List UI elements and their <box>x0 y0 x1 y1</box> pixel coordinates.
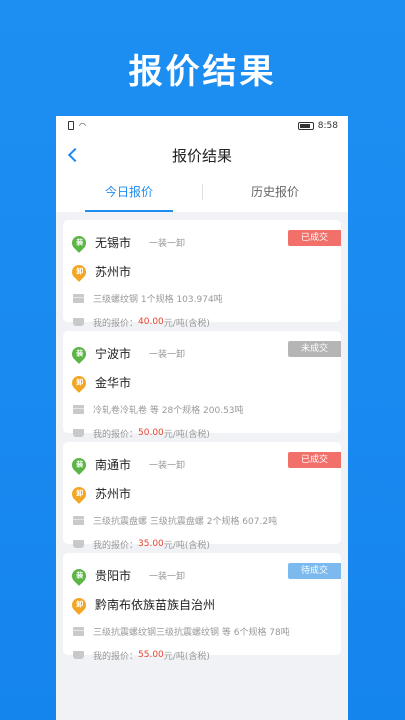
page-title: 报价结果 <box>171 146 232 165</box>
price-value: 55.00 <box>138 650 164 660</box>
unload-pin-icon: 卸 <box>69 261 89 282</box>
goods-box-icon <box>73 626 84 636</box>
unload-pin-icon: 卸 <box>69 594 89 615</box>
status-badge: 未成交 <box>288 341 341 357</box>
price-value: 40.00 <box>138 317 164 327</box>
quote-card[interactable]: 待成交 装 贵阳市 一装一卸 卸 黔南布依族苗族自治州 三级抗震螺纹钢三级抗震螺… <box>63 553 341 662</box>
goods-box-icon <box>73 515 84 525</box>
battery-icon <box>297 122 314 130</box>
promo-title: 报价结果 <box>128 52 277 92</box>
status-bar: ◠ 8:58 <box>56 116 348 138</box>
price-icon <box>73 429 84 437</box>
destination-city: 苏州市 <box>95 265 132 279</box>
transport-mode: 一装一卸 <box>149 239 186 249</box>
goods-info: 三级抗震盘螺 三级抗震盘螺 2个规格 607.2吨 <box>93 516 278 527</box>
status-time: 8:58 <box>317 121 338 131</box>
destination-city: 苏州市 <box>95 487 132 501</box>
price-value: 50.00 <box>138 428 164 438</box>
price-unit: 元/吨(含税) <box>163 318 210 329</box>
load-pin-icon: 装 <box>69 343 89 364</box>
origin-city: 南通市 <box>95 458 132 472</box>
goods-info: 冷轧卷冷轧卷 等 28个规格 200.53吨 <box>93 405 244 416</box>
wifi-icon: ◠ <box>79 121 86 130</box>
status-badge: 待成交 <box>288 563 341 579</box>
status-badge: 已成交 <box>288 230 341 246</box>
price-label: 我的报价： <box>93 540 139 551</box>
transport-mode: 一装一卸 <box>149 572 186 582</box>
quote-card[interactable]: 未成交 装 宁波市 一装一卸 卸 金华市 冷轧卷冷轧卷 等 28个规格 200.… <box>63 331 341 440</box>
price-icon <box>73 318 84 326</box>
goods-info: 三级抗震螺纹钢三级抗震螺纹钢 等 6个规格 78吨 <box>93 627 290 638</box>
price-label: 我的报价： <box>93 651 139 662</box>
price-label: 我的报价： <box>93 318 139 329</box>
origin-city: 贵阳市 <box>95 569 132 583</box>
price-icon <box>73 540 84 548</box>
origin-city: 无锡市 <box>95 236 132 250</box>
status-badge: 已成交 <box>288 452 341 468</box>
price-unit: 元/吨(含税) <box>163 429 210 440</box>
unload-pin-icon: 卸 <box>69 483 89 504</box>
price-value: 35.00 <box>138 539 164 549</box>
quote-list: 已成交 装 无锡市 一装一卸 卸 苏州市 三级螺纹钢 1个规格 103.974吨… <box>56 212 348 662</box>
quote-card[interactable]: 已成交 装 无锡市 一装一卸 卸 苏州市 三级螺纹钢 1个规格 103.974吨… <box>63 220 341 329</box>
origin-city: 宁波市 <box>95 347 132 361</box>
quote-card[interactable]: 已成交 装 南通市 一装一卸 卸 苏州市 三级抗震盘螺 三级抗震盘螺 2个规格 … <box>63 442 341 551</box>
load-pin-icon: 装 <box>69 565 89 586</box>
tab-bar: 今日报价 历史报价 <box>56 172 348 212</box>
price-unit: 元/吨(含税) <box>163 540 210 551</box>
load-pin-icon: 装 <box>69 232 89 253</box>
goods-box-icon <box>73 293 84 303</box>
tab-history-quotes[interactable]: 历史报价 <box>202 172 348 212</box>
tab-today-quotes[interactable]: 今日报价 <box>56 172 202 212</box>
transport-mode: 一装一卸 <box>149 350 186 360</box>
price-unit: 元/吨(含税) <box>163 651 210 662</box>
phone-screen: ◠ 8:58 报价结果 今日报价 历史报价 已成交 装 无锡市 一装一卸 卸 苏… <box>56 116 348 720</box>
nav-bar: 报价结果 <box>56 138 348 172</box>
unload-pin-icon: 卸 <box>69 372 89 393</box>
load-pin-icon: 装 <box>69 454 89 475</box>
transport-mode: 一装一卸 <box>149 461 186 471</box>
destination-city: 黔南布依族苗族自治州 <box>95 598 216 612</box>
price-icon <box>73 651 84 659</box>
goods-info: 三级螺纹钢 1个规格 103.974吨 <box>93 294 223 305</box>
back-arrow-icon[interactable] <box>66 146 82 164</box>
sim-card-icon <box>68 121 74 130</box>
price-label: 我的报价： <box>93 429 139 440</box>
goods-box-icon <box>73 404 84 414</box>
destination-city: 金华市 <box>95 376 132 390</box>
